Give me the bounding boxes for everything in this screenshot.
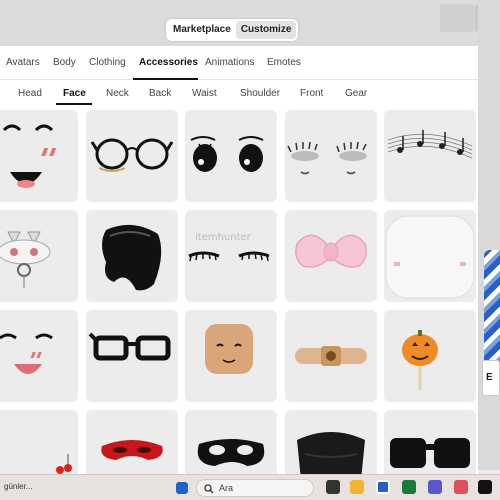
happy-face-icon — [0, 333, 53, 374]
customize-tab[interactable]: Customize — [235, 21, 297, 39]
tab-emotes[interactable]: Emotes — [267, 57, 301, 68]
lashes-eyes-icon — [287, 141, 367, 175]
red-ornament-icon — [56, 454, 72, 474]
smiling-head-icon — [205, 324, 253, 374]
file-explorer-icon[interactable] — [350, 480, 364, 494]
subtab-face[interactable]: Face — [63, 88, 86, 99]
round-glasses-icon — [90, 138, 174, 172]
item-card[interactable] — [0, 310, 78, 402]
item-card[interactable] — [86, 310, 178, 402]
subcategory-tabs: Head Face Neck Back Waist Shoulder Front… — [0, 82, 478, 105]
store-icon[interactable] — [402, 480, 416, 494]
item-card[interactable] — [86, 210, 178, 302]
item-card[interactable] — [86, 410, 178, 474]
tab-clothing[interactable]: Clothing — [89, 57, 126, 68]
side-button-label: E — [486, 372, 493, 383]
item-card[interactable] — [0, 410, 78, 474]
black-face-mask-icon — [297, 432, 365, 474]
game-background-right — [478, 0, 500, 470]
item-card[interactable] — [384, 410, 476, 474]
avatar-preview-figure — [484, 250, 500, 370]
anime-eyes-icon — [190, 136, 264, 172]
tiktok-icon[interactable] — [478, 480, 492, 494]
tab-avatars[interactable]: Avatars — [6, 57, 40, 68]
active-tab-indicator — [133, 78, 198, 80]
watermark-text: itemhunter — [195, 232, 252, 243]
music-notes-icon — [387, 130, 473, 159]
subtab-neck[interactable]: Neck — [106, 88, 129, 99]
cat-mask-icon — [0, 231, 51, 288]
black-hair-icon — [102, 224, 162, 291]
item-card[interactable] — [285, 410, 377, 474]
taskbar-search[interactable]: Ara — [196, 479, 314, 497]
item-card[interactable] — [384, 310, 476, 402]
subtab-gear[interactable]: Gear — [345, 88, 367, 99]
item-card[interactable] — [285, 210, 377, 302]
eyelashes-icon: itemhunter — [188, 232, 270, 262]
item-card[interactable] — [384, 110, 476, 202]
item-card[interactable] — [0, 210, 78, 302]
subtab-front[interactable]: Front — [300, 88, 323, 99]
active-subtab-indicator — [56, 103, 92, 105]
subtab-shoulder[interactable]: Shoulder — [240, 88, 280, 99]
tab-accessories[interactable]: Accessories — [139, 57, 198, 68]
tab-animations[interactable]: Animations — [205, 57, 254, 68]
tab-body[interactable]: Body — [53, 57, 76, 68]
start-icon[interactable] — [176, 482, 188, 494]
side-button[interactable]: E — [482, 360, 500, 396]
pumpkin-lollipop-icon — [402, 330, 438, 390]
customize-panel: Avatars Body Clothing Accessories Animat… — [0, 46, 478, 474]
subtab-back[interactable]: Back — [149, 88, 171, 99]
item-card[interactable] — [384, 210, 476, 302]
subtab-head[interactable]: Head — [18, 88, 42, 99]
item-card[interactable] — [86, 110, 178, 202]
item-card[interactable] — [185, 110, 277, 202]
teams-icon[interactable] — [428, 480, 442, 494]
white-head-icon — [385, 215, 475, 299]
black-glasses-icon — [88, 332, 171, 361]
blurred-avatar — [440, 4, 474, 32]
black-eye-mask-icon — [197, 439, 265, 466]
mode-switch: Marketplace Customize — [166, 19, 298, 41]
item-card[interactable]: itemhunter — [185, 210, 277, 302]
item-card[interactable] — [0, 110, 78, 202]
marketplace-tab[interactable]: Marketplace — [168, 21, 236, 39]
search-placeholder: Ara — [219, 483, 234, 493]
subtab-waist[interactable]: Waist — [192, 88, 217, 99]
item-card[interactable] — [285, 110, 377, 202]
item-card[interactable] — [285, 310, 377, 402]
search-icon — [204, 484, 214, 494]
news-widget-text[interactable]: günler... — [4, 482, 32, 491]
bandage-icon — [295, 346, 367, 366]
pink-bow-icon — [295, 234, 367, 268]
copilot-icon[interactable] — [454, 480, 468, 494]
red-mask-icon — [101, 440, 163, 460]
category-tabs: Avatars Body Clothing Accessories Animat… — [0, 46, 478, 80]
roblox-icon[interactable] — [376, 480, 390, 494]
taskbar: günler... Ara — [0, 474, 500, 500]
item-card[interactable] — [185, 310, 277, 402]
item-card[interactable] — [185, 410, 277, 474]
cute-face-icon — [2, 124, 57, 188]
task-view-icon[interactable] — [326, 480, 340, 494]
black-sunglasses-icon — [390, 438, 470, 468]
